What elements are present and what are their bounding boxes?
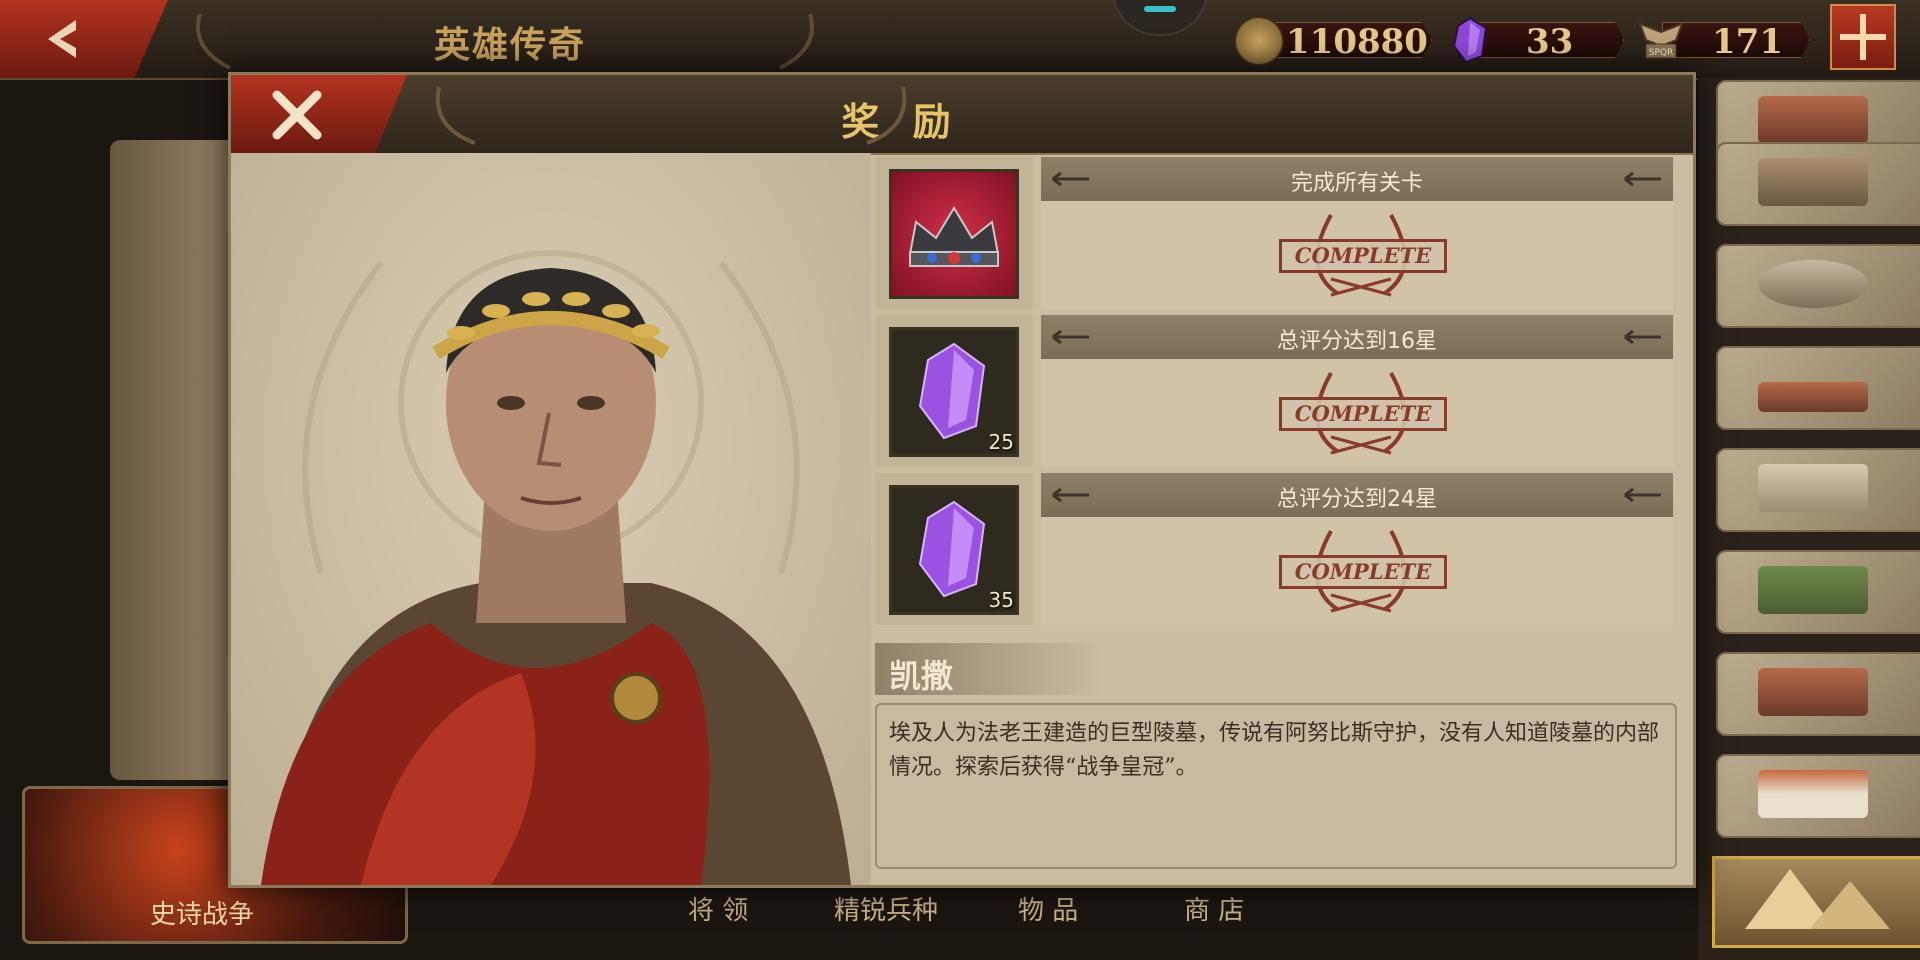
reward-icon-slot[interactable] xyxy=(889,169,1019,299)
svg-text:SPQR: SPQR xyxy=(1649,48,1673,58)
site-tile-temple-garden[interactable] xyxy=(1716,448,1920,532)
site-tile-2[interactable] xyxy=(1716,142,1920,226)
reward-condition: 总评分达到24星 xyxy=(1277,487,1437,512)
complete-label: COMPLETE xyxy=(1279,239,1447,273)
arrow-ornament-icon xyxy=(1624,171,1661,187)
gem-amount: 33 xyxy=(1526,22,1574,62)
tab-items[interactable]: 物 品 xyxy=(1018,890,1078,927)
caesar-portrait-image xyxy=(261,250,851,885)
site-tile-ruins[interactable] xyxy=(1716,346,1920,430)
site-tile-pyramids-selected[interactable] xyxy=(1712,856,1920,948)
tab-elite-units[interactable]: 精锐兵种 xyxy=(834,890,938,927)
complete-label: COMPLETE xyxy=(1279,555,1447,589)
complete-stamp: COMPLETE xyxy=(1271,367,1451,459)
epic-war-label: 史诗战争 xyxy=(150,900,255,930)
complete-stamp: COMPLETE xyxy=(1271,525,1451,617)
hero-name: 凯撒 xyxy=(889,657,954,695)
laurel-left-icon xyxy=(435,86,476,145)
reward-icon-slot[interactable]: 35 xyxy=(889,485,1019,615)
reward-icon-slot[interactable]: 25 xyxy=(889,327,1019,457)
arrow-ornament-icon xyxy=(1624,329,1661,345)
reward-row: 25 总评分达到16星 COMPLETE xyxy=(875,315,1673,467)
reward-condition: 完成所有关卡 xyxy=(1290,171,1423,196)
coin-counter: 110880 xyxy=(1234,16,1434,66)
tab-generals[interactable]: 将 领 xyxy=(688,890,748,927)
back-arrow-icon xyxy=(48,20,76,58)
crown-icon xyxy=(908,206,1000,267)
hero-name-bar: 凯撒 xyxy=(875,643,1105,695)
reward-quantity: 35 xyxy=(988,588,1014,612)
add-currency-button[interactable] xyxy=(1830,4,1896,70)
coin-amount: 110880 xyxy=(1286,22,1428,62)
site-tile-parthenon[interactable] xyxy=(1716,754,1920,838)
laurel-left-icon xyxy=(196,13,231,70)
description-box: 埃及人为法老王建造的巨型陵墓，传说有阿努比斯守护，没有人知道陵墓的内部情况。探索… xyxy=(875,703,1677,869)
spqr-amount: 171 xyxy=(1712,22,1783,62)
laurel-right-icon xyxy=(779,13,814,70)
top-bar: 英雄传奇 110880 33 SPQR 171 xyxy=(0,0,1920,80)
reward-condition: 总评分达到16星 xyxy=(1277,329,1437,354)
modal-header: 奖 励 xyxy=(231,75,1693,155)
gem-counter: 33 xyxy=(1450,16,1624,64)
complete-stamp: COMPLETE xyxy=(1271,209,1451,301)
reward-modal: 奖 励 完成所有关卡 COMPLETE 25 总评分达到16星 COMPLETE… xyxy=(228,72,1696,888)
back-button[interactable] xyxy=(0,0,168,78)
tab-shop[interactable]: 商 店 xyxy=(1184,890,1244,927)
close-button[interactable] xyxy=(231,75,407,153)
spqr-eagle-icon: SPQR xyxy=(1638,22,1684,59)
reward-row: 35 总评分达到24星 COMPLETE xyxy=(875,473,1673,625)
description-text: 埃及人为法老王建造的巨型陵墓，传说有阿努比斯守护，没有人知道陵墓的内部情况。探索… xyxy=(889,721,1660,780)
gem-icon xyxy=(1452,16,1488,64)
background-map xyxy=(110,140,240,780)
complete-label: COMPLETE xyxy=(1279,397,1447,431)
laurel-right-icon xyxy=(866,86,907,145)
coin-icon xyxy=(1234,16,1284,66)
site-tile-colosseum[interactable] xyxy=(1716,244,1920,328)
hero-portrait xyxy=(231,153,871,885)
camera-notch xyxy=(1112,0,1208,36)
close-icon xyxy=(272,90,322,140)
site-tile-great-wall[interactable] xyxy=(1716,550,1920,634)
page-title: 英雄传奇 xyxy=(433,24,586,66)
arrow-ornament-icon xyxy=(1624,487,1661,503)
pyramid-icon xyxy=(1745,869,1890,929)
spqr-counter: SPQR 171 xyxy=(1636,16,1810,62)
site-tile-petra[interactable] xyxy=(1716,652,1920,736)
reward-row: 完成所有关卡 COMPLETE xyxy=(875,157,1673,309)
reward-quantity: 25 xyxy=(988,430,1014,454)
